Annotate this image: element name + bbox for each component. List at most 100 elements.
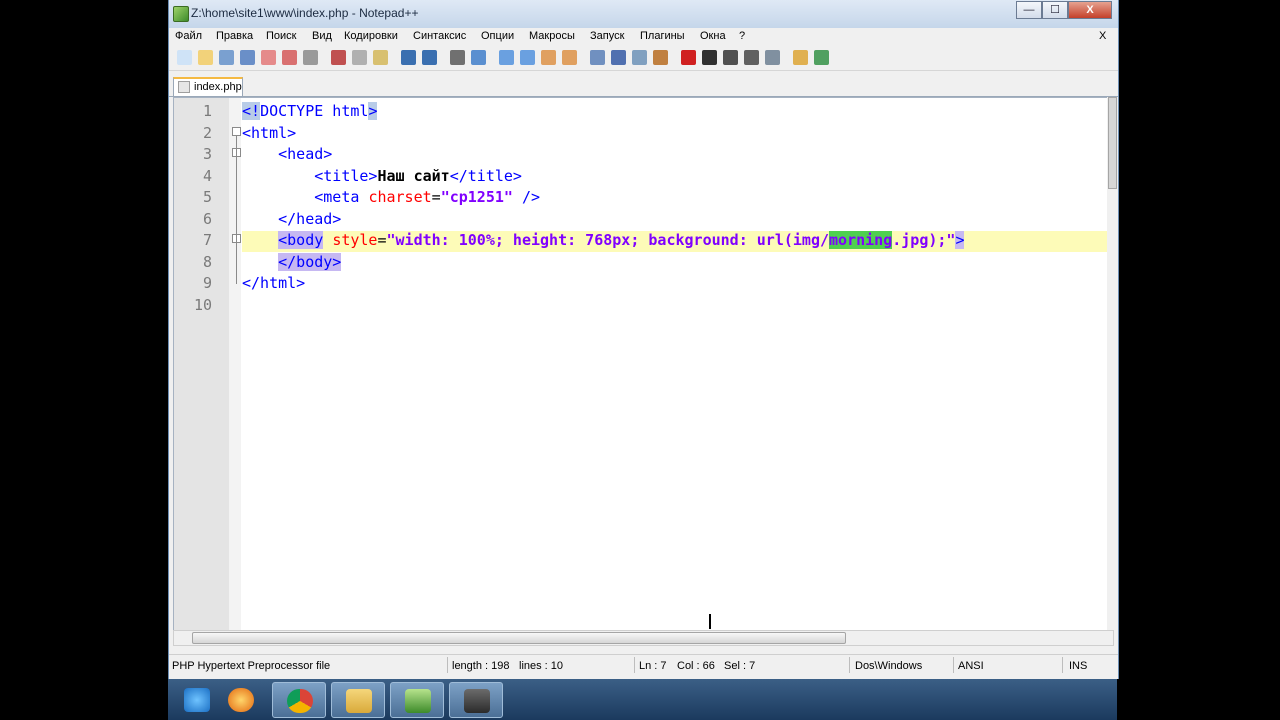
save-all-icon[interactable] bbox=[240, 50, 255, 65]
menu-macros[interactable]: Макросы bbox=[529, 30, 575, 42]
menu-edit[interactable]: Правка bbox=[216, 30, 253, 42]
code-token: > bbox=[955, 231, 965, 249]
line-number: 7 bbox=[202, 231, 212, 249]
code-token: <body bbox=[278, 231, 324, 249]
menu-search[interactable]: Поиск bbox=[266, 30, 296, 42]
code-text: <html> bbox=[242, 123, 296, 144]
doc-close-button[interactable]: X bbox=[1099, 30, 1106, 42]
vertical-scroll-thumb[interactable] bbox=[1108, 97, 1117, 189]
code-token: </body> bbox=[278, 252, 342, 271]
text-cursor-icon bbox=[709, 614, 711, 629]
code-token: .jpg);" bbox=[892, 231, 956, 249]
notepadpp-icon[interactable] bbox=[390, 682, 444, 718]
code-line: 6 </head> bbox=[174, 209, 1113, 230]
launch-icon[interactable] bbox=[793, 50, 808, 65]
toolbar bbox=[169, 46, 1118, 71]
menu-bar: Файл Правка Поиск Вид Кодировки Синтакси… bbox=[169, 28, 1118, 46]
menu-options[interactable]: Опции bbox=[481, 30, 514, 42]
code-line: 3 <head> bbox=[174, 144, 1113, 165]
horizontal-scrollbar[interactable] bbox=[173, 630, 1114, 646]
open-file-icon[interactable] bbox=[198, 50, 213, 65]
spellcheck-icon[interactable] bbox=[814, 50, 829, 65]
code-token: style bbox=[332, 231, 378, 249]
code-token: morning bbox=[829, 231, 893, 249]
line-number: 3 bbox=[202, 145, 212, 163]
copy-icon[interactable] bbox=[352, 50, 367, 65]
horizontal-scroll-thumb[interactable] bbox=[192, 632, 846, 644]
code-token: </head> bbox=[278, 209, 342, 228]
status-col: Col : 66 bbox=[677, 660, 715, 672]
menu-syntax[interactable]: Синтаксис bbox=[413, 30, 466, 42]
menu-windows[interactable]: Окна bbox=[700, 30, 726, 42]
record-macro-icon[interactable] bbox=[681, 50, 696, 65]
menu-run[interactable]: Запуск bbox=[590, 30, 624, 42]
stop-macro-icon[interactable] bbox=[702, 50, 717, 65]
minimize-button[interactable]: — bbox=[1016, 1, 1042, 19]
word-wrap-icon[interactable] bbox=[590, 50, 605, 65]
menu-help[interactable]: ? bbox=[739, 30, 745, 42]
code-token: > bbox=[368, 102, 378, 120]
line-number: 9 bbox=[202, 274, 212, 292]
menu-encoding[interactable]: Кодировки bbox=[344, 30, 398, 42]
save-macro-icon[interactable] bbox=[765, 50, 780, 65]
print-icon[interactable] bbox=[303, 50, 318, 65]
play-macro-icon[interactable] bbox=[723, 50, 738, 65]
status-filetype: PHP Hypertext Preprocessor file bbox=[172, 660, 331, 672]
save-icon[interactable] bbox=[219, 50, 234, 65]
redo-icon[interactable] bbox=[422, 50, 437, 65]
line-number: 6 bbox=[202, 209, 212, 228]
replace-icon[interactable] bbox=[471, 50, 486, 65]
vertical-scrollbar[interactable] bbox=[1107, 97, 1117, 631]
code-token: "width: 100%; height: 768px; background:… bbox=[386, 231, 830, 249]
app-icon[interactable] bbox=[449, 682, 503, 718]
paste-icon[interactable] bbox=[373, 50, 388, 65]
new-file-icon[interactable] bbox=[177, 50, 192, 65]
file-icon bbox=[178, 81, 190, 93]
code-token: DOCTYPE html bbox=[260, 102, 369, 120]
cut-icon[interactable] bbox=[331, 50, 346, 65]
play-multiple-icon[interactable] bbox=[744, 50, 759, 65]
notepadpp-window: Z:\home\site1\www\index.php - Notepad++ … bbox=[168, 0, 1119, 679]
explorer-icon[interactable] bbox=[331, 682, 385, 718]
close-button[interactable]: X bbox=[1068, 1, 1112, 19]
zoom-in-icon[interactable] bbox=[499, 50, 514, 65]
indent-guide-icon[interactable] bbox=[632, 50, 647, 65]
zoom-out-icon[interactable] bbox=[520, 50, 535, 65]
code-text: <body style="width: 100%; height: 768px;… bbox=[242, 230, 965, 251]
code-line: 8 </body> bbox=[174, 252, 1113, 273]
chrome-icon[interactable] bbox=[272, 682, 326, 718]
close-all-icon[interactable] bbox=[282, 50, 297, 65]
status-length: length : 198 bbox=[452, 660, 510, 672]
show-all-chars-icon[interactable] bbox=[611, 50, 626, 65]
code-token: </title> bbox=[449, 166, 522, 185]
find-icon[interactable] bbox=[450, 50, 465, 65]
code-editor[interactable]: 1 <!DOCTYPE html> 2 <html> 3 <head> 4 <title>… bbox=[173, 97, 1114, 631]
code-text: <!DOCTYPE html> bbox=[242, 101, 378, 122]
code-line: 10 bbox=[174, 295, 1113, 316]
close-icon[interactable] bbox=[261, 50, 276, 65]
undo-icon[interactable] bbox=[401, 50, 416, 65]
sync-vertical-icon[interactable] bbox=[541, 50, 556, 65]
menu-plugins[interactable]: Плагины bbox=[640, 30, 685, 42]
code-line: 1 <!DOCTYPE html> bbox=[174, 101, 1113, 122]
firefox-icon[interactable] bbox=[214, 682, 268, 718]
fold-icon[interactable] bbox=[653, 50, 668, 65]
menu-view[interactable]: Вид bbox=[312, 30, 332, 42]
sync-horizontal-icon[interactable] bbox=[562, 50, 577, 65]
code-token: /> bbox=[512, 188, 541, 206]
code-token: </html> bbox=[242, 274, 306, 292]
menu-file[interactable]: Файл bbox=[175, 30, 202, 42]
tab-bar: index.php bbox=[169, 72, 1118, 97]
maximize-button[interactable]: ☐ bbox=[1042, 1, 1068, 19]
title-bar[interactable]: Z:\home\site1\www\index.php - Notepad++ … bbox=[169, 0, 1118, 28]
code-text: </body> bbox=[242, 252, 342, 273]
status-eol: Dos\Windows bbox=[855, 660, 923, 672]
code-token: "cp1251" bbox=[440, 188, 513, 206]
window-title: Z:\home\site1\www\index.php - Notepad++ bbox=[191, 6, 419, 20]
tab-index-php[interactable]: index.php bbox=[173, 77, 243, 96]
